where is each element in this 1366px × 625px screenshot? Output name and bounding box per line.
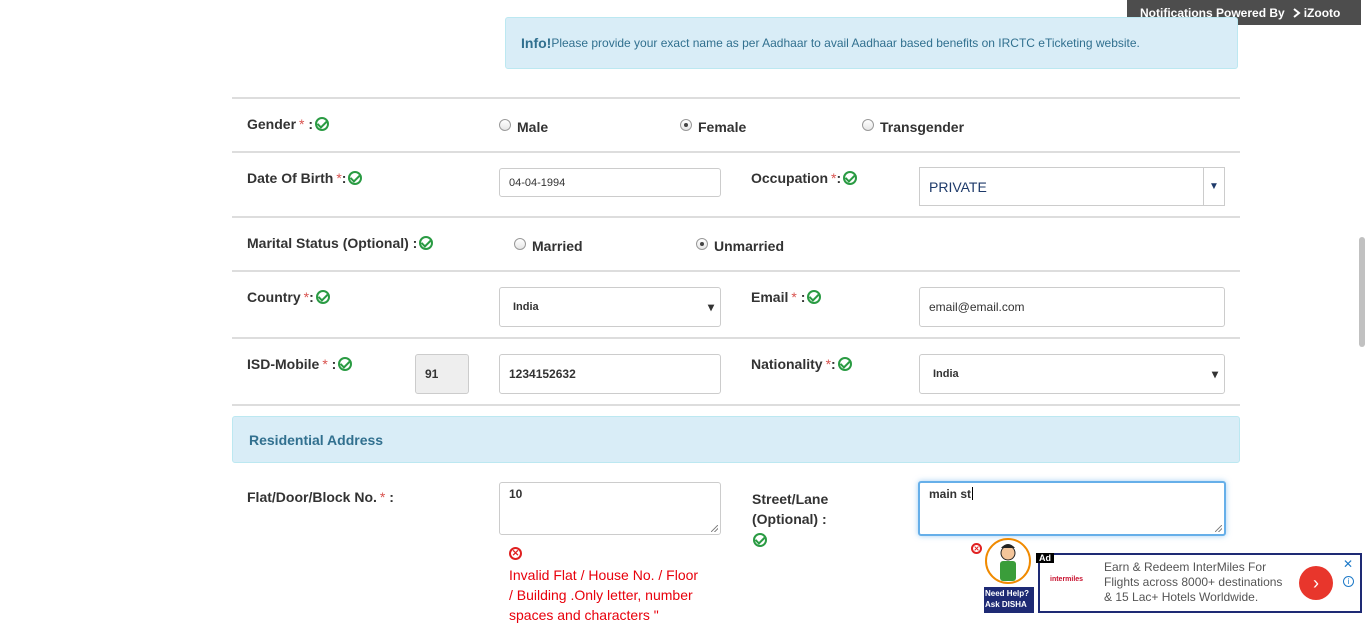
valid-check-icon bbox=[837, 357, 852, 371]
gender-male-radio[interactable]: Male bbox=[499, 119, 548, 135]
izooto-brand: iZooto bbox=[1293, 6, 1340, 20]
nationality-select[interactable]: India bbox=[919, 354, 1225, 394]
valid-check-icon bbox=[807, 290, 822, 304]
flat-error-message: Invalid Flat / House No. / Floor / Build… bbox=[509, 567, 699, 623]
ad-info-icon[interactable]: i bbox=[1343, 576, 1354, 587]
valid-check-icon bbox=[753, 533, 767, 547]
street-input[interactable]: main st bbox=[918, 481, 1226, 536]
flat-label: Flat/Door/Block No. * : bbox=[247, 489, 394, 505]
divider bbox=[232, 270, 1240, 272]
radio-icon bbox=[862, 119, 874, 131]
resize-handle-icon bbox=[711, 525, 718, 532]
info-title: Info! bbox=[521, 35, 552, 51]
divider bbox=[232, 337, 1240, 339]
email-label: Email * : bbox=[751, 289, 822, 305]
valid-check-icon bbox=[338, 357, 353, 371]
gender-female-radio[interactable]: Female bbox=[680, 119, 746, 135]
dob-label: Date Of Birth *: bbox=[247, 170, 363, 186]
valid-check-icon bbox=[315, 290, 330, 304]
country-select[interactable]: India bbox=[499, 287, 721, 327]
scrollbar-thumb[interactable] bbox=[1359, 237, 1365, 347]
country-label: Country *: bbox=[247, 289, 330, 305]
valid-check-icon bbox=[419, 236, 434, 250]
valid-check-icon bbox=[315, 117, 330, 131]
divider bbox=[232, 97, 1240, 99]
dob-input[interactable]: 04-04-1994 bbox=[499, 168, 721, 197]
valid-check-icon bbox=[843, 171, 858, 185]
info-message: Please provide your exact name as per Aa… bbox=[551, 36, 1140, 50]
gender-transgender-radio[interactable]: Transgender bbox=[862, 119, 964, 135]
radio-checked-icon bbox=[680, 119, 692, 131]
marital-unmarried-radio[interactable]: Unmarried bbox=[696, 238, 784, 254]
ad-tag: Ad bbox=[1036, 553, 1054, 563]
radio-icon bbox=[499, 119, 511, 131]
intermiles-logo: intermiles bbox=[1050, 576, 1084, 583]
isd-code-input: 91 bbox=[415, 354, 469, 394]
gender-label: Gender * : bbox=[247, 116, 330, 132]
marital-label: Marital Status (Optional) : bbox=[247, 235, 434, 251]
izooto-logo-icon bbox=[1293, 7, 1301, 18]
valid-check-icon bbox=[348, 171, 363, 185]
info-alert: Info! Please provide your exact name as … bbox=[505, 17, 1238, 69]
error-icon: ✕ bbox=[509, 547, 522, 560]
radio-checked-icon bbox=[696, 238, 708, 250]
isd-mobile-label: ISD-Mobile * : bbox=[247, 356, 353, 372]
email-input[interactable]: email@email.com bbox=[919, 287, 1225, 327]
ad-arrow-icon[interactable]: › bbox=[1299, 566, 1333, 600]
marital-married-radio[interactable]: Married bbox=[514, 238, 583, 254]
text-cursor bbox=[972, 487, 974, 500]
ad-text: Earn & Redeem InterMiles For Flights acro… bbox=[1104, 560, 1283, 604]
disha-label[interactable]: Need Help? Ask DISHA bbox=[984, 588, 1032, 610]
flat-input[interactable]: 10 bbox=[499, 482, 721, 535]
occupation-label: Occupation *: bbox=[751, 170, 858, 186]
divider bbox=[232, 404, 1240, 406]
resize-handle-icon bbox=[1215, 525, 1222, 532]
occupation-select[interactable]: PRIVATE ▼ bbox=[919, 167, 1225, 206]
mobile-input[interactable]: 1234152632 bbox=[499, 354, 721, 394]
nationality-label: Nationality *: bbox=[751, 356, 852, 372]
chevron-down-icon[interactable]: ▼ bbox=[1203, 168, 1224, 205]
close-disha-icon[interactable]: ✕ bbox=[971, 543, 982, 554]
ad-close-icon[interactable]: ✕ bbox=[1343, 557, 1353, 571]
residential-address-heading: Residential Address bbox=[232, 416, 1240, 463]
divider bbox=[232, 151, 1240, 153]
street-label: Street/Lane (Optional) : bbox=[752, 491, 829, 527]
radio-icon bbox=[514, 238, 526, 250]
divider bbox=[232, 216, 1240, 218]
